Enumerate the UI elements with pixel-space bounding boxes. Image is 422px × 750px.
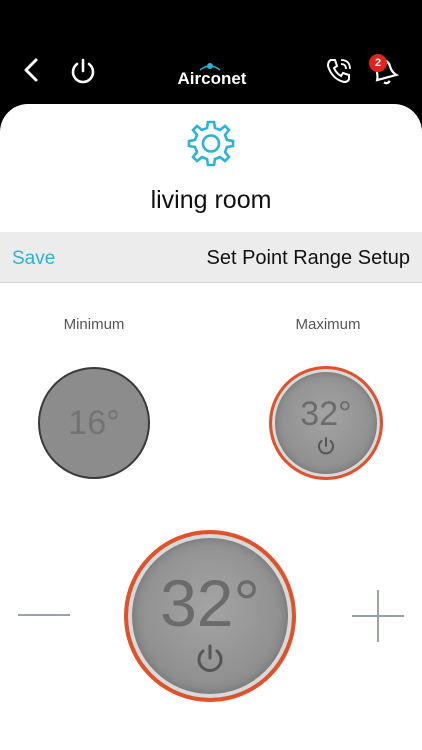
chevron-left-icon xyxy=(24,58,38,82)
maximum-label: Maximum xyxy=(295,316,361,333)
back-button[interactable] xyxy=(16,54,48,86)
minimum-value: 16° xyxy=(68,404,120,442)
power-button[interactable] xyxy=(66,54,100,88)
temperature-value: 32° xyxy=(160,566,260,640)
save-button[interactable]: Save xyxy=(12,248,55,270)
power-icon xyxy=(71,58,95,84)
minimum-dial[interactable]: 16° xyxy=(38,367,150,479)
phone-icon xyxy=(326,59,351,84)
maximum-value: 32° xyxy=(300,395,352,433)
call-button[interactable] xyxy=(322,54,356,88)
top-bar: Airconet 2 xyxy=(0,0,422,110)
notification-badge: 2 xyxy=(369,54,387,72)
power-icon xyxy=(318,437,334,455)
gear-icon xyxy=(187,120,235,167)
temperature-dial[interactable]: 32° xyxy=(124,530,296,702)
toolbar-title: Set Point Range Setup xyxy=(206,247,410,269)
minimum-label: Minimum xyxy=(63,316,125,333)
plus-icon-vertical xyxy=(377,590,379,642)
settings-button[interactable] xyxy=(186,118,236,168)
room-name: living room xyxy=(150,186,272,214)
airconet-logo: Airconet xyxy=(164,60,260,88)
maximum-dial[interactable]: 32° xyxy=(269,366,383,480)
power-icon xyxy=(197,644,223,672)
svg-text:Airconet: Airconet xyxy=(178,69,247,86)
decrease-button[interactable] xyxy=(18,614,70,616)
